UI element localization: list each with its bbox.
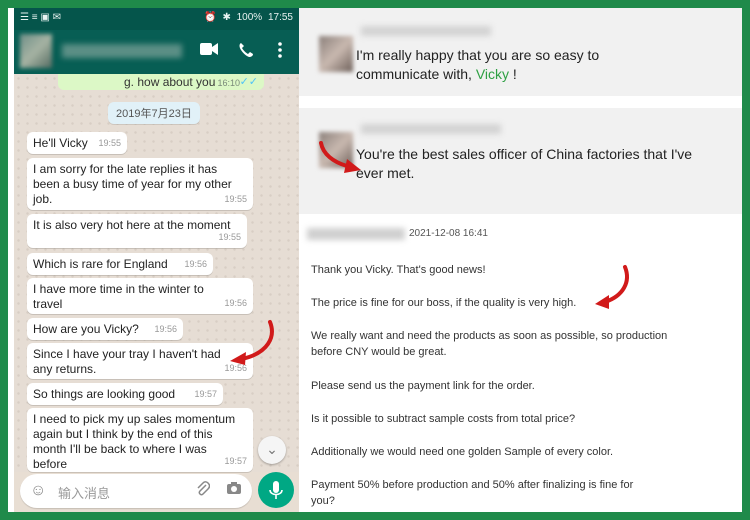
- sent-message-time: 16:10: [217, 78, 240, 88]
- emoji-icon[interactable]: ☺: [30, 482, 46, 500]
- message-input-bar[interactable]: ☺ 输入消息: [20, 474, 252, 508]
- chat-message-bubble[interactable]: I need to pick my up sales momentum agai…: [27, 408, 253, 472]
- whatsapp-chat-screenshot: ☰ ≡ ▣ ✉ ⏰ ✱ 100% 17:55 g. how about you …: [14, 8, 299, 512]
- message-time: 19:55: [218, 232, 241, 242]
- email-paragraph: Payment 50% before production and 50% af…: [311, 479, 634, 507]
- video-camera-icon[interactable]: [200, 42, 218, 60]
- chat-message-area[interactable]: g. how about you 16:10 ✓✓ 2019年7月23日 He'…: [14, 74, 299, 472]
- chat-message-bubble[interactable]: Which is rare for England 19:56: [27, 253, 213, 275]
- message-time: 19:57: [224, 456, 247, 466]
- reviewer-name-blurred: [361, 124, 501, 134]
- message-text: I am sorry for the late replies it has b…: [33, 162, 232, 206]
- read-receipt-icon: ✓✓: [239, 76, 258, 88]
- camera-icon[interactable]: [226, 481, 242, 499]
- contact-name-blurred[interactable]: [62, 44, 182, 58]
- review-text: You're the best sales officer of China f…: [356, 146, 693, 181]
- message-text: Which is rare for England: [33, 257, 168, 271]
- paperclip-icon[interactable]: [196, 481, 211, 501]
- message-time: 19:56: [184, 259, 207, 269]
- message-text: It is also very hot here at the moment: [33, 218, 231, 232]
- status-bar: ☰ ≡ ▣ ✉ ⏰ ✱ 100% 17:55: [14, 8, 299, 30]
- previous-sent-message[interactable]: g. how about you 16:10 ✓✓: [58, 74, 264, 90]
- double-chevron-down-icon[interactable]: ⌄: [258, 436, 286, 464]
- highlighted-name: Vicky: [475, 66, 510, 82]
- microphone-icon[interactable]: [258, 472, 294, 508]
- status-right: ⏰ ✱ 100% 17:55: [201, 12, 293, 23]
- red-arrow-annotation: [319, 141, 361, 173]
- message-time: 19:56: [154, 324, 177, 334]
- status-icons: ☰ ≡ ▣ ✉: [20, 12, 61, 23]
- battery-level: 100%: [236, 12, 263, 23]
- sent-message-text: g. how about you: [124, 75, 216, 89]
- message-text: I have more time in the winter to travel: [33, 282, 204, 311]
- message-time: 19:55: [224, 194, 247, 204]
- email-paragraph: Please send us the payment link for the …: [311, 380, 535, 392]
- email-paragraph: The price is fine for our boss, if the q…: [311, 297, 577, 309]
- reviewer-name-blurred: [361, 26, 491, 36]
- customer-feedback-panel: I'm really happy that you are so easy to…: [299, 8, 742, 512]
- message-time: 19:57: [194, 389, 217, 399]
- red-arrow-annotation: [230, 320, 274, 365]
- chat-message-bubble[interactable]: It is also very hot here at the moment 1…: [27, 214, 247, 248]
- email-paragraph: We really want and need the products as …: [311, 330, 668, 358]
- bluetooth-icon: ✱: [222, 12, 231, 23]
- review-card: You're the best sales officer of China f…: [299, 108, 742, 214]
- message-text: So things are looking good: [33, 387, 176, 401]
- contact-avatar-blurred[interactable]: [20, 34, 52, 68]
- reviewer-avatar-blurred: [319, 36, 353, 72]
- message-time: 19:56: [224, 298, 247, 308]
- chat-message-bubble[interactable]: I am sorry for the late replies it has b…: [27, 158, 253, 210]
- more-vertical-icon[interactable]: [278, 42, 282, 62]
- red-arrow-annotation: [595, 265, 629, 309]
- screenshot-frame: ☰ ≡ ▣ ✉ ⏰ ✱ 100% 17:55 g. how about you …: [0, 0, 750, 520]
- chat-message-bubble[interactable]: I have more time in the winter to travel…: [27, 278, 253, 314]
- message-input-placeholder[interactable]: 输入消息: [58, 483, 110, 502]
- status-notification-icons: ☰ ≡ ▣ ✉: [20, 12, 64, 23]
- sender-name-blurred: [307, 228, 405, 240]
- chat-message-bubble[interactable]: He'll Vicky 19:55: [27, 132, 127, 154]
- email-message: 2021-12-08 16:41 Thank you Vicky. That's…: [299, 222, 742, 512]
- message-time: 19:55: [98, 138, 121, 148]
- email-paragraph: Additionally we would need one golden Sa…: [311, 446, 614, 458]
- collage-canvas: ☰ ≡ ▣ ✉ ⏰ ✱ 100% 17:55 g. how about you …: [8, 8, 742, 512]
- chat-message-bubble[interactable]: Since I have your tray I haven't had any…: [27, 343, 253, 379]
- email-date: 2021-12-08 16:41: [409, 228, 488, 239]
- review-text-part: !: [509, 66, 517, 82]
- message-text: I need to pick my up sales momentum agai…: [33, 412, 236, 471]
- email-paragraph: Thank you Vicky. That's good news!: [311, 264, 486, 276]
- chat-message-bubble[interactable]: So things are looking good 19:57: [27, 383, 223, 405]
- email-paragraph: Is it possible to subtract sample costs …: [311, 413, 576, 425]
- clock: 17:55: [267, 12, 293, 23]
- date-divider: 2019年7月23日: [108, 102, 200, 124]
- message-text: Since I have your tray I haven't had any…: [33, 347, 221, 376]
- alarm-icon: ⏰: [204, 12, 217, 23]
- review-card: I'm really happy that you are so easy to…: [299, 8, 742, 96]
- review-text: I'm really happy that you are so easy to…: [356, 46, 676, 84]
- phone-icon[interactable]: [238, 42, 254, 62]
- chat-header: [14, 30, 299, 74]
- chat-message-bubble[interactable]: How are you Vicky? 19:56: [27, 318, 183, 340]
